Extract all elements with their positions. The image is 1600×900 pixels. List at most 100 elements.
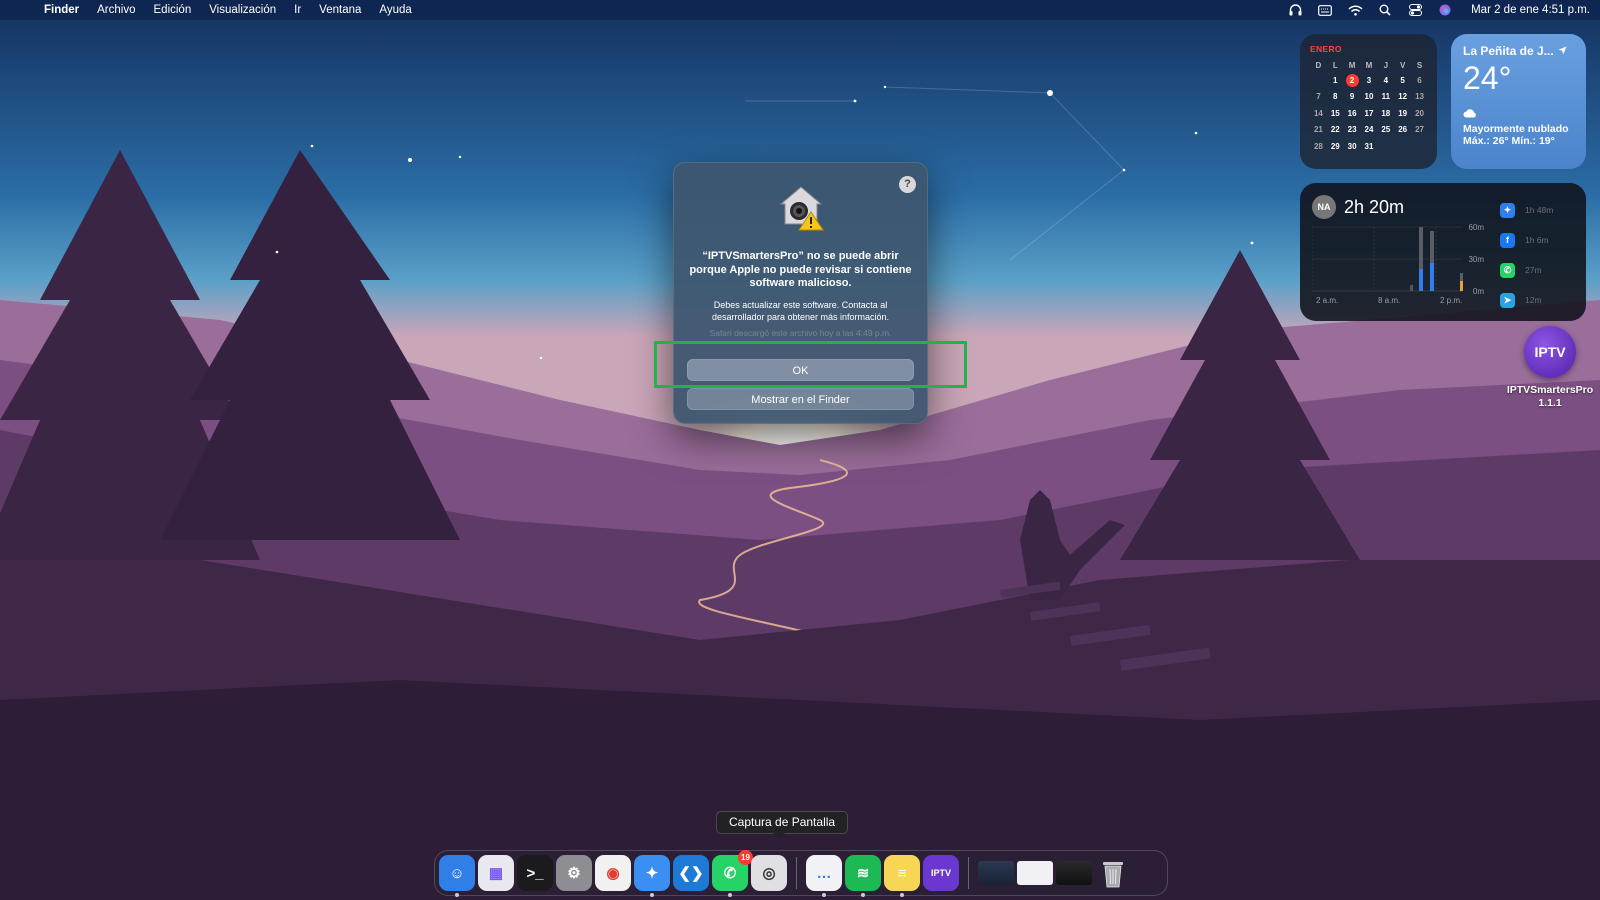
dock-screenshot-icon[interactable]: ◎ — [751, 855, 787, 891]
keyboard-icon[interactable] — [1317, 3, 1333, 17]
calendar-day: 22 — [1330, 125, 1340, 135]
screenshot-glyph: ◎ — [762, 865, 776, 882]
calendar-day: 15 — [1330, 108, 1340, 118]
calendar-day: 1 — [1333, 75, 1338, 85]
dock-terminal-icon[interactable]: >_ — [517, 855, 553, 891]
dock-messages-icon[interactable]: … — [806, 855, 842, 897]
calendar-day: 26 — [1398, 125, 1408, 135]
calendar-day: 18 — [1381, 108, 1391, 118]
running-indicator — [728, 893, 732, 897]
calendar-weekday: D — [1315, 60, 1322, 70]
app-time: 27m — [1525, 265, 1542, 275]
calendar-day: 27 — [1415, 125, 1424, 135]
running-indicator — [650, 893, 654, 897]
calendar-day: 7 — [1316, 92, 1321, 102]
dock-apps: ☺ ▦ >_ ⚙ ◉ ✦ ❮❯ ✆ 19 ◎ — [439, 850, 787, 897]
calendar-day: 25 — [1381, 125, 1391, 135]
annotation-highlight-box — [654, 341, 967, 388]
dock-separator — [796, 857, 797, 889]
calendar-day: 19 — [1398, 108, 1408, 118]
tooltip-tail — [773, 833, 785, 839]
calendar-day: 5 — [1400, 75, 1405, 85]
facebook-icon: f — [1500, 232, 1515, 248]
calendar-day: 31 — [1364, 141, 1374, 151]
weather-condition: Mayormente nublado — [1463, 123, 1569, 135]
help-button[interactable]: ? — [899, 176, 916, 193]
calendar-day: 2 — [1344, 72, 1361, 89]
dock-finder-icon[interactable]: ☺ — [439, 855, 475, 897]
chart-y-tick: 0m — [1473, 287, 1484, 296]
calendar-day: 10 — [1364, 92, 1374, 102]
dock-whatsapp-icon[interactable]: ✆ 19 — [712, 850, 753, 897]
trash-icon[interactable] — [1095, 855, 1131, 891]
safari-icon: ✦ — [1500, 202, 1515, 218]
menu-ir[interactable]: Ir — [294, 4, 301, 16]
menu-ventana[interactable]: Ventana — [319, 4, 361, 16]
headphones-icon[interactable] — [1287, 3, 1303, 17]
siri-icon[interactable] — [1437, 3, 1453, 17]
dock-iptv-icon[interactable]: IPTV — [923, 855, 959, 891]
calendar-widget[interactable]: ENERO DLMMJVS 1 2 3 4 5 6 7 8 9 10 11 12 13 14 15 16 17 1… — [1300, 34, 1437, 169]
calendar-weekday: M — [1348, 60, 1356, 70]
list-item: ✆ 27m — [1500, 255, 1580, 285]
app-time: 12m — [1525, 295, 1542, 305]
dock-window-thumbnail[interactable] — [1017, 861, 1053, 885]
control-center-icon[interactable] — [1407, 3, 1423, 17]
dock-spotify-icon[interactable]: ≋ — [845, 855, 881, 897]
whatsapp-glyph: ✆ — [723, 865, 737, 882]
menu-edicion[interactable]: Edición — [154, 4, 192, 16]
calendar-weekday: J — [1383, 60, 1389, 70]
screen-time-widget[interactable]: NA 2h 20m 60m 30m 0m 2 a.m. 8 a.m. 2 p.m… — [1300, 183, 1586, 321]
calendar-day: 3 — [1366, 75, 1372, 85]
calendar-day: 16 — [1347, 108, 1357, 118]
calendar-weekday: L — [1332, 60, 1338, 70]
calendar-day: 11 — [1381, 92, 1391, 102]
calendar-day: 14 — [1313, 108, 1323, 118]
menu-archivo[interactable]: Archivo — [97, 4, 135, 16]
chart-y-tick: 30m — [1468, 255, 1484, 264]
list-item: f 1h 6m — [1500, 225, 1580, 255]
calendar-day — [1394, 138, 1411, 155]
app-time: 1h 6m — [1525, 235, 1549, 245]
search-icon[interactable] — [1377, 3, 1393, 17]
screen-time-total: 2h 20m — [1344, 196, 1405, 217]
dock-chrome-icon[interactable]: ◉ — [595, 855, 631, 891]
dock-tooltip: Captura de Pantalla — [716, 811, 849, 834]
calendar-day — [1411, 138, 1428, 155]
calendar-day — [1377, 138, 1394, 155]
desktop-app-icon[interactable]: IPTV IPTVSmartersPro 1.1.1 — [1500, 326, 1600, 410]
list-item: ➤ 12m — [1500, 285, 1580, 315]
menu-app-name[interactable]: Finder — [44, 4, 79, 16]
launchpad-glyph: ▦ — [488, 865, 504, 882]
menu-clock[interactable]: Mar 2 de ene 4:51 p.m. — [1471, 4, 1590, 16]
finder-glyph: ☺ — [449, 864, 465, 882]
dock-notes-icon[interactable]: ≡ — [884, 855, 920, 897]
weather-widget[interactable]: La Peñita de J... 24° Mayormente nublado… — [1451, 34, 1586, 169]
menu-visualizacion[interactable]: Visualización — [209, 4, 276, 16]
dock-window-thumbnail[interactable] — [1056, 861, 1092, 885]
dock-window-thumbnail[interactable] — [978, 861, 1014, 885]
calendar-weekday: M — [1365, 60, 1373, 70]
safari-glyph: ✦ — [645, 865, 659, 882]
wifi-icon[interactable] — [1347, 3, 1363, 17]
desktop-icon-version: 1.1.1 — [1538, 397, 1562, 409]
menu-ayuda[interactable]: Ayuda — [379, 4, 411, 16]
notes-glyph: ≡ — [897, 864, 907, 882]
dock-safari-icon[interactable]: ✦ — [634, 855, 670, 897]
running-indicator — [861, 893, 865, 897]
messages-glyph: … — [816, 864, 832, 882]
calendar-day: 12 — [1398, 92, 1408, 102]
calendar-day: 20 — [1415, 108, 1424, 118]
app-time: 1h 48m — [1525, 205, 1554, 215]
calendar-day: 17 — [1364, 108, 1374, 118]
dock-separator — [968, 857, 969, 889]
chrome-glyph: ◉ — [606, 865, 620, 882]
calendar-today: 2 — [1345, 73, 1359, 87]
show-in-finder-button[interactable]: Mostrar en el Finder — [687, 388, 914, 410]
screen-time-chart: 60m 30m 0m 2 a.m. 8 a.m. 2 p.m. — [1312, 223, 1484, 305]
dock-vscode-icon[interactable]: ❮❯ — [673, 855, 709, 891]
dock-system-settings-icon[interactable]: ⚙ — [556, 855, 592, 891]
dock-launchpad-icon[interactable]: ▦ — [478, 855, 514, 891]
vscode-glyph: ❮❯ — [678, 865, 704, 882]
gatekeeper-warning-icon — [779, 186, 824, 231]
